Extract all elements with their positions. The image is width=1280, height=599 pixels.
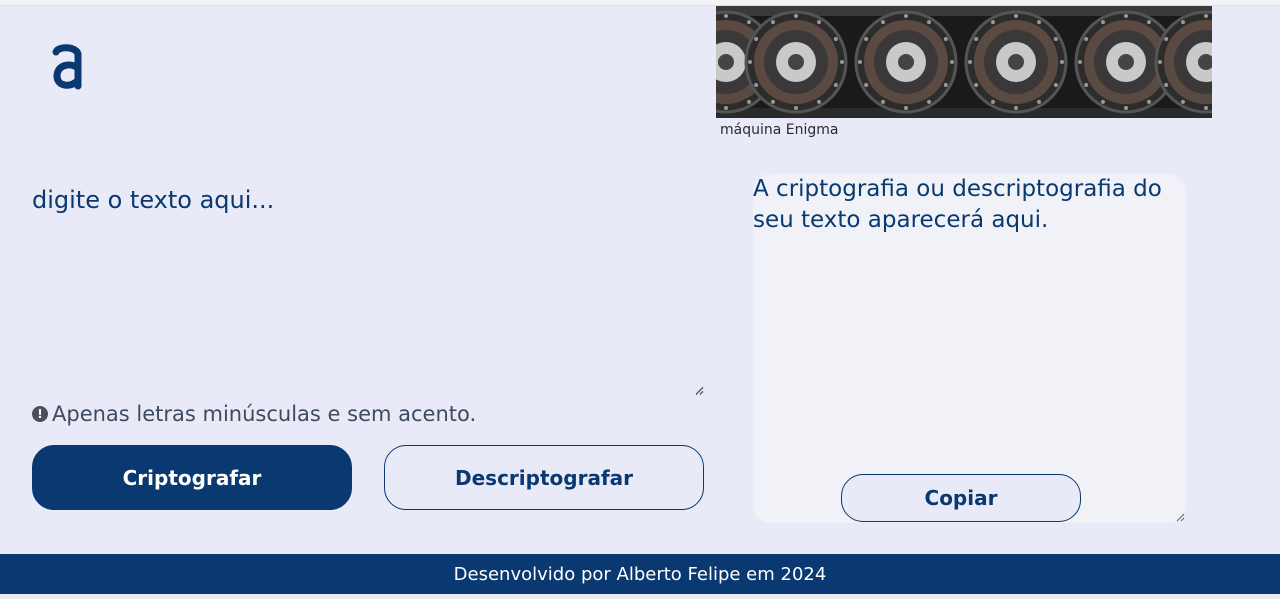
footer-text: Desenvolvido por Alberto Felipe em 2024	[453, 563, 827, 585]
enigma-machine-image	[716, 6, 1212, 118]
hint-text: Apenas letras minúsculas e sem acento.	[52, 402, 477, 426]
output-panel[interactable]: A criptografia ou descriptografia do seu…	[753, 174, 1186, 523]
image-caption: máquina Enigma	[720, 122, 839, 138]
footer: Desenvolvido por Alberto Felipe em 2024	[0, 554, 1280, 594]
output-resize-grip-icon[interactable]	[1176, 513, 1185, 522]
resize-grip-icon[interactable]	[695, 386, 704, 395]
hint: ! Apenas letras minúsculas e sem acento.	[32, 400, 476, 428]
decrypt-button[interactable]: Descriptografar	[384, 445, 704, 510]
exclamation-icon: !	[32, 406, 48, 422]
copy-button[interactable]: Copiar	[841, 474, 1081, 522]
output-message: A criptografia ou descriptografia do seu…	[753, 176, 1162, 233]
encrypt-button[interactable]: Criptografar	[32, 445, 352, 510]
text-input[interactable]	[32, 180, 704, 396]
logo-icon	[52, 44, 82, 90]
